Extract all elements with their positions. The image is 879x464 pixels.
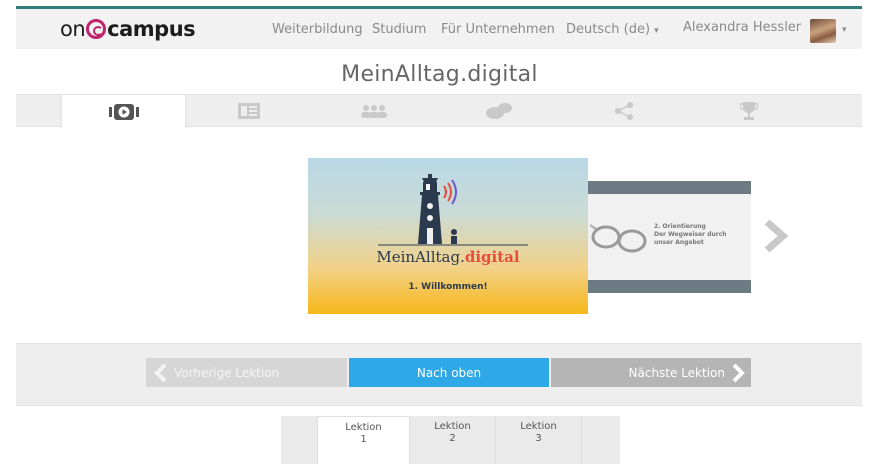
course-tab-bar	[16, 94, 862, 128]
lesson-tab-label: Lektion	[520, 421, 557, 432]
tab-videos[interactable]	[61, 94, 186, 128]
slide-header-bar	[588, 181, 751, 194]
logo-prefix: on	[60, 17, 86, 41]
language-dropdown[interactable]: Deutsch (de) ▾	[566, 22, 659, 37]
language-label: Deutsch (de)	[566, 22, 651, 37]
lesson-tab-2[interactable]: Lektion 2	[410, 416, 496, 464]
lesson-tab-3[interactable]: Lektion 3	[496, 416, 582, 464]
participants-icon	[360, 104, 387, 118]
slide-orientation-line-3: unser Angebot	[654, 239, 704, 246]
lesson-tab-1[interactable]: Lektion 1	[317, 416, 410, 464]
trophy-icon	[739, 101, 758, 120]
back-to-top-button[interactable]: Nach oben	[349, 358, 549, 387]
nav-fuer-unternehmen[interactable]: Für Unternehmen	[441, 22, 555, 37]
lighthouse-illustration	[378, 174, 528, 246]
tab-participants[interactable]	[311, 94, 436, 127]
page: on campus Weiterbildung Studium Für Unter…	[0, 0, 879, 464]
logo-mark-icon	[86, 19, 107, 39]
slide-footer-bar	[588, 280, 751, 293]
chevron-left-icon	[154, 363, 167, 382]
nav-weiterbildung[interactable]: Weiterbildung	[272, 22, 363, 37]
slide-orientation-line-1: 2. Orientierung	[654, 223, 706, 230]
share-icon	[614, 101, 633, 120]
page-title: MeinAlltag.digital	[341, 62, 538, 87]
logo-suffix: campus	[107, 17, 196, 41]
tab-news[interactable]	[186, 94, 311, 127]
lesson-tab-label: Lektion	[345, 422, 382, 433]
lesson-tab-number: 1	[360, 434, 367, 445]
previous-lesson-button[interactable]: Vorherige Lektion	[146, 358, 347, 387]
lesson-tab-label: Lektion	[434, 421, 471, 432]
chevron-down-icon: ▾	[654, 26, 659, 36]
lesson-tab-number: 3	[535, 433, 542, 444]
lesson-slide-welcome[interactable]: MeinAlltag.digital 1. Willkommen!	[308, 158, 588, 314]
slide-caption: 1. Willkommen!	[408, 282, 488, 292]
carousel-next-arrow-icon[interactable]	[763, 219, 789, 253]
lesson-tab-number: 2	[449, 433, 456, 444]
slide-orientation-text: 2. Orientierung Der Wegweiser durch unse…	[654, 223, 744, 247]
slide-brand-main: MeinAlltag.	[376, 248, 465, 266]
avatar[interactable]	[810, 19, 836, 43]
video-icon	[108, 103, 139, 120]
lesson-slide-orientation[interactable]: 2. Orientierung Der Wegweiser durch unse…	[588, 181, 751, 293]
tab-achievements[interactable]	[686, 94, 811, 127]
tab-discussion[interactable]	[436, 94, 561, 127]
previous-lesson-label: Vorherige Lektion	[174, 365, 280, 380]
tab-share[interactable]	[561, 94, 686, 127]
back-to-top-label: Nach oben	[416, 365, 482, 380]
user-menu-chevron-icon[interactable]: ▾	[842, 21, 847, 36]
user-name[interactable]: Alexandra Hessler	[683, 20, 801, 35]
slide-brand-digital: digital	[464, 248, 520, 266]
glasses-illustration	[590, 224, 647, 253]
lesson-tabs: Lektion 1 Lektion 2 Lektion 3	[281, 416, 620, 464]
slide-orientation-line-2: Der Wegweiser durch	[654, 231, 727, 238]
discussion-icon	[485, 102, 512, 119]
nav-studium[interactable]: Studium	[372, 22, 426, 37]
slide-brand-title: MeinAlltag.digital	[308, 248, 588, 266]
top-navigation: on campus Weiterbildung Studium Für Unter…	[16, 9, 862, 49]
next-lesson-label: Nächste Lektion	[628, 365, 725, 380]
chevron-right-icon	[732, 363, 745, 382]
news-icon	[237, 102, 260, 119]
oncampus-logo[interactable]: on campus	[60, 17, 196, 41]
next-lesson-button[interactable]: Nächste Lektion	[551, 358, 751, 387]
